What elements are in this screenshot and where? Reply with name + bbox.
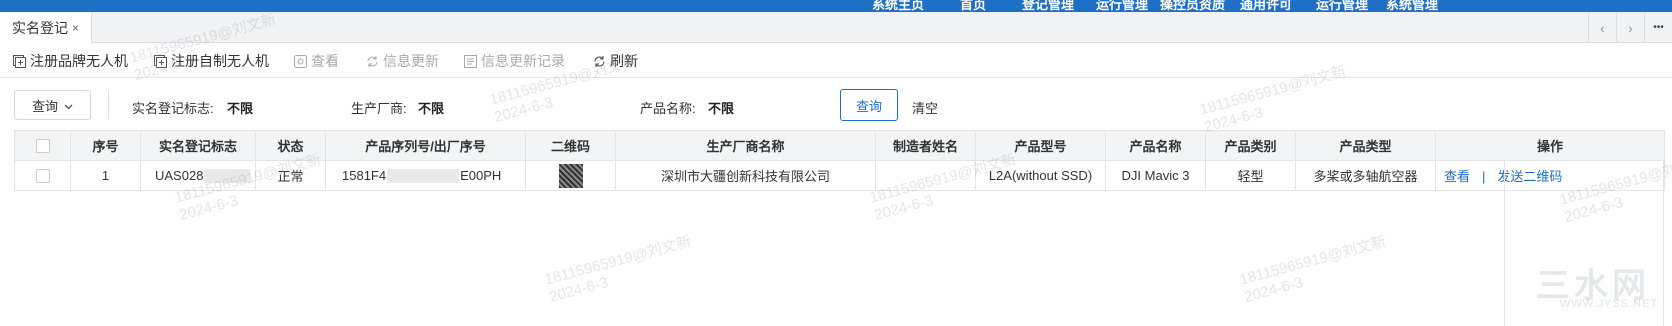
- register-custom-label: 注册自制无人机: [171, 53, 269, 69]
- serial-suffix: E00PH: [460, 167, 502, 183]
- close-icon[interactable]: ×: [72, 21, 79, 35]
- tab-label: 实名登记: [11, 19, 68, 36]
- action-separator: |: [1482, 169, 1486, 184]
- column-header-status[interactable]: 状态: [255, 130, 326, 161]
- column-header-qr[interactable]: 二维码: [525, 130, 616, 161]
- redacted-block: [387, 169, 460, 184]
- cell-status: 正常: [255, 160, 326, 191]
- toolbar: 注册品牌无人机 注册自制无人机 查看 信息更新 信息更新记录 刷新: [0, 44, 1672, 78]
- search-button[interactable]: 查询: [840, 89, 898, 121]
- cell-category: 轻型: [1205, 160, 1296, 191]
- query-dropdown-label: 查询: [31, 98, 58, 114]
- column-header-actions: 操作: [1435, 130, 1665, 161]
- cell-product-name: DJI Mavic 3: [1105, 160, 1206, 191]
- tab-bar: 实名登记 × ‹ › •••: [0, 12, 1672, 43]
- row-checkbox[interactable]: [35, 169, 50, 184]
- column-header-manufacturer[interactable]: 生产厂商名称: [615, 130, 876, 161]
- manufacturer-filter-label: 生产厂商:: [351, 101, 407, 116]
- column-header-product-type[interactable]: 产品类型: [1295, 130, 1436, 161]
- table-row[interactable]: 1 UAS028 正常 1581F4 E00PH 深圳市大疆创新科技有限公司 L2…: [14, 160, 1665, 191]
- filter-bar: 查询 实名登记标志: 不限 生产厂商: 不限 产品名称: 不限 查询 清空: [0, 78, 1672, 126]
- qr-code-icon[interactable]: [558, 163, 583, 188]
- info-update-button[interactable]: 信息更新: [365, 44, 439, 78]
- cell-product-type: 多桨或多轴航空器: [1295, 160, 1436, 191]
- column-header-model[interactable]: 产品型号: [975, 130, 1106, 161]
- add-box-icon: [153, 54, 167, 68]
- cell-serial: 1581F4 E00PH: [325, 160, 526, 191]
- query-dropdown[interactable]: 查询: [14, 90, 91, 120]
- view-button[interactable]: 查看: [293, 44, 339, 78]
- reg-flag-text: UAS028: [155, 167, 204, 183]
- more-icon[interactable]: •••: [1644, 12, 1672, 43]
- refresh-label: 刷新: [610, 53, 638, 69]
- cell-qr[interactable]: [525, 160, 616, 191]
- info-update-log-label: 信息更新记录: [481, 53, 565, 69]
- redacted-block: [204, 169, 251, 184]
- column-header-reg-flag[interactable]: 实名登记标志: [140, 130, 256, 161]
- watermark: 18115965919@刘文新 2024-6-3: [1237, 233, 1389, 306]
- chevron-down-icon: [64, 98, 73, 113]
- register-custom-drone-button[interactable]: 注册自制无人机: [153, 44, 269, 78]
- register-brand-label: 注册品牌无人机: [30, 53, 128, 69]
- info-update-label: 信息更新: [383, 53, 439, 69]
- refresh-button[interactable]: 刷新: [592, 44, 638, 78]
- row-select-cell[interactable]: [14, 160, 71, 191]
- document-icon: [463, 54, 477, 68]
- info-update-log-button[interactable]: 信息更新记录: [463, 44, 565, 78]
- view-link[interactable]: 查看: [1444, 169, 1470, 184]
- cell-model: L2A(without SSD): [975, 160, 1106, 191]
- column-header-index[interactable]: 序号: [70, 130, 141, 161]
- column-header-maker-name[interactable]: 制造者姓名: [875, 130, 976, 161]
- reg-flag-filter-value[interactable]: 不限: [227, 98, 253, 117]
- site-url-watermark: WWW.JYSS.NET: [1560, 298, 1659, 310]
- registration-table: 序号 实名登记标志 状态 产品序列号/出厂序号 二维码 生产厂商名称 制造者姓名…: [14, 130, 1665, 191]
- view-label: 查看: [311, 53, 339, 69]
- watermark: 18115965919@刘文新 2024-6-3: [542, 233, 694, 306]
- cell-maker-name: [875, 160, 976, 191]
- serial-prefix: 1581F4: [342, 167, 387, 183]
- select-all-checkbox[interactable]: [35, 139, 50, 154]
- reg-flag-filter-label: 实名登记标志:: [132, 101, 214, 116]
- manufacturer-filter-value[interactable]: 不限: [418, 98, 444, 117]
- cell-manufacturer: 深圳市大疆创新科技有限公司: [615, 160, 876, 191]
- divider: [108, 91, 109, 119]
- clear-button[interactable]: 清空: [912, 98, 938, 117]
- select-all-cell[interactable]: [14, 130, 71, 161]
- column-header-product-name[interactable]: 产品名称: [1105, 130, 1206, 161]
- register-brand-drone-button[interactable]: 注册品牌无人机: [12, 44, 128, 78]
- top-nav-bar: 系统主页 首页 登记管理 运行管理 操控员资质 通用许可 运行管理 系统管理: [0, 0, 1672, 12]
- table-header-row: 序号 实名登记标志 状态 产品序列号/出厂序号 二维码 生产厂商名称 制造者姓名…: [14, 130, 1665, 161]
- refresh-icon: [592, 54, 606, 68]
- column-header-category[interactable]: 产品类别: [1205, 130, 1296, 161]
- column-header-serial[interactable]: 产品序列号/出厂序号: [325, 130, 526, 161]
- cell-reg-flag: UAS028: [140, 160, 256, 191]
- product-name-filter-value[interactable]: 不限: [708, 98, 734, 117]
- chevron-left-icon[interactable]: ‹: [1588, 12, 1616, 43]
- product-name-filter-label: 产品名称:: [640, 101, 696, 116]
- tab-real-name-registration[interactable]: 实名登记 ×: [0, 12, 92, 43]
- chevron-right-icon[interactable]: ›: [1616, 12, 1644, 43]
- view-icon: [293, 54, 307, 68]
- add-box-icon: [12, 54, 26, 68]
- sync-icon: [365, 54, 379, 68]
- cell-index: 1: [70, 160, 141, 191]
